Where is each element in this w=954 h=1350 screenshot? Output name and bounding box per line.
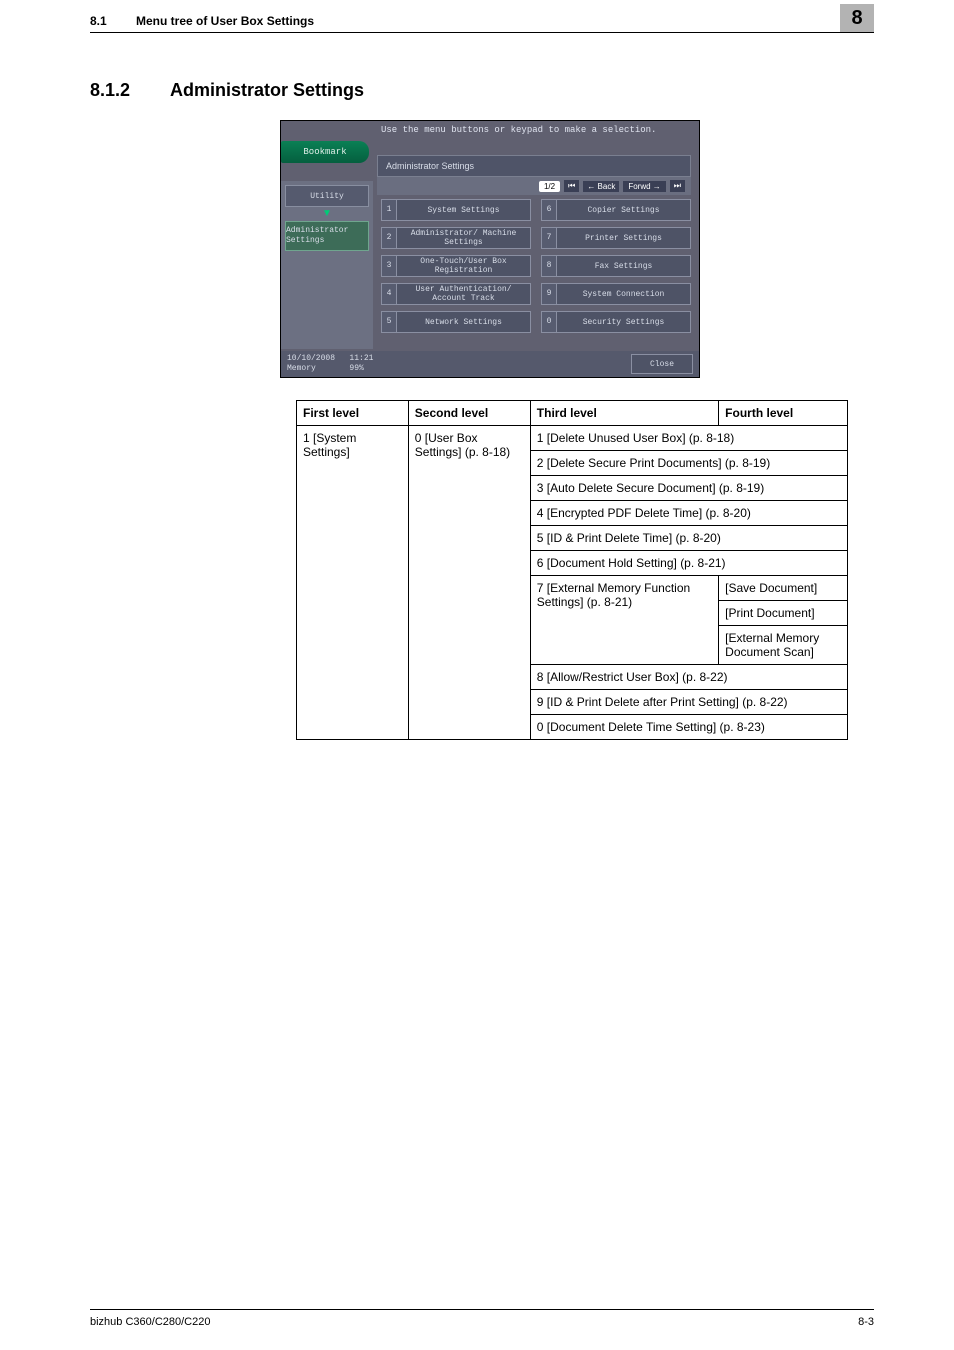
menu-btn-fax-settings[interactable]: 8Fax Settings [541,255,691,277]
close-button[interactable]: Close [631,354,693,374]
status-datetime: 10/10/2008 11:21 Memory 99% [287,354,373,374]
menu-grid: 1System Settings 6Copier Settings 2Admin… [381,199,691,333]
cell-third-level: 1 [Delete Unused User Box] (p. 8-18) [530,426,847,451]
footer-page-number: 8-3 [858,1316,874,1328]
menu-btn-number: 3 [382,256,397,276]
col-first-level: First level [297,401,409,426]
status-date: 10/10/2008 [287,354,335,363]
cell-third-level: 8 [Allow/Restrict User Box] (p. 8-22) [530,665,847,690]
menu-btn-label: System Connection [557,290,690,299]
menu-btn-network-settings[interactable]: 5Network Settings [381,311,531,333]
cell-third-level: 3 [Auto Delete Secure Document] (p. 8-19… [530,476,847,501]
cell-third-level: 5 [ID & Print Delete Time] (p. 8-20) [530,526,847,551]
header-section-number: 8.1 [90,14,136,28]
menu-btn-one-touch[interactable]: 3One-Touch/User Box Registration [381,255,531,277]
cell-fourth-level: [External Memory Document Scan] [719,626,848,665]
chapter-badge: 8 [840,4,874,32]
menu-btn-label: Network Settings [397,318,530,327]
section-heading-title: Administrator Settings [170,80,364,101]
menu-btn-system-connection[interactable]: 9System Connection [541,283,691,305]
menu-btn-label: One-Touch/User Box Registration [397,257,530,275]
section-heading-number: 8.1.2 [90,80,170,101]
breadcrumb-column: Utility ▼ Administrator Settings [281,181,373,349]
cell-third-level: 7 [External Memory Function Settings] (p… [530,576,718,665]
nav-first-icon[interactable]: ⏮ [564,180,579,192]
menu-btn-label: Administrator/ Machine Settings [397,229,530,247]
status-memory-label: Memory [287,364,316,373]
menu-btn-label: Fax Settings [557,262,690,271]
col-third-level: Third level [530,401,718,426]
header-section-title: Menu tree of User Box Settings [136,14,314,28]
instruction-text: Use the menu buttons or keypad to make a… [381,125,656,135]
page-footer: bizhub C360/C280/C220 8-3 [90,1316,874,1328]
menu-btn-printer-settings[interactable]: 7Printer Settings [541,227,691,249]
page-nav-bar: 1/2 ⏮ ← Back Forwd → ⏭ [377,177,691,195]
status-time: 11:21 [349,354,373,363]
menu-btn-user-auth[interactable]: 4User Authentication/ Account Track [381,283,531,305]
menu-btn-label: Printer Settings [557,234,690,243]
menu-btn-number: 7 [542,228,557,248]
cell-first-level: 1 [System Settings] [297,426,409,740]
nav-back-button[interactable]: ← Back [583,181,619,192]
menu-btn-number: 5 [382,312,397,332]
nav-last-icon[interactable]: ⏭ [670,180,685,192]
menu-btn-label: Copier Settings [557,206,690,215]
menu-btn-number: 4 [382,284,397,304]
header-rule [90,32,874,33]
section-heading: 8.1.2 Administrator Settings [90,80,364,101]
menu-btn-number: 8 [542,256,557,276]
menu-tree-table: First level Second level Third level Fou… [296,400,848,740]
menu-btn-label: System Settings [397,206,530,215]
col-fourth-level: Fourth level [719,401,848,426]
cell-fourth-level: [Print Document] [719,601,848,626]
footer-rule [90,1309,874,1310]
status-memory-value: 99% [349,364,363,373]
nav-back-label: Back [598,182,616,191]
breadcrumb-admin-settings[interactable]: Administrator Settings [285,221,369,251]
table-row: 1 [System Settings] 0 [User Box Settings… [297,426,848,451]
menu-btn-number: 0 [542,312,557,332]
cell-third-level: 4 [Encrypted PDF Delete Time] (p. 8-20) [530,501,847,526]
breadcrumb-utility[interactable]: Utility [285,185,369,207]
bookmark-tab[interactable]: Bookmark [281,141,369,163]
footer-model: bizhub C360/C280/C220 [90,1316,210,1328]
nav-forward-icon[interactable]: Forwd → [623,181,665,192]
menu-btn-copier-settings[interactable]: 6Copier Settings [541,199,691,221]
running-header: 8.1 Menu tree of User Box Settings [90,14,874,28]
menu-btn-number: 6 [542,200,557,220]
menu-btn-number: 1 [382,200,397,220]
col-second-level: Second level [408,401,530,426]
menu-btn-number: 9 [542,284,557,304]
table-header-row: First level Second level Third level Fou… [297,401,848,426]
menu-btn-label: User Authentication/ Account Track [397,285,530,303]
breadcrumb-arrow-icon: ▼ [281,211,373,217]
menu-btn-number: 2 [382,228,397,248]
cell-third-level: 9 [ID & Print Delete after Print Setting… [530,690,847,715]
status-bar: 10/10/2008 11:21 Memory 99% Close [281,351,699,377]
page-indicator: 1/2 [539,181,560,192]
menu-btn-label: Security Settings [557,318,690,327]
menu-btn-system-settings[interactable]: 1System Settings [381,199,531,221]
cell-second-level: 0 [User Box Settings] (p. 8-18) [408,426,530,740]
cell-third-level: 0 [Document Delete Time Setting] (p. 8-2… [530,715,847,740]
menu-btn-security-settings[interactable]: 0Security Settings [541,311,691,333]
panel-title-bar: Administrator Settings [377,155,691,177]
menu-btn-admin-machine[interactable]: 2Administrator/ Machine Settings [381,227,531,249]
cell-third-level: 6 [Document Hold Setting] (p. 8-21) [530,551,847,576]
admin-settings-screenshot: Use the menu buttons or keypad to make a… [280,120,700,378]
cell-third-level: 2 [Delete Secure Print Documents] (p. 8-… [530,451,847,476]
cell-fourth-level: [Save Document] [719,576,848,601]
